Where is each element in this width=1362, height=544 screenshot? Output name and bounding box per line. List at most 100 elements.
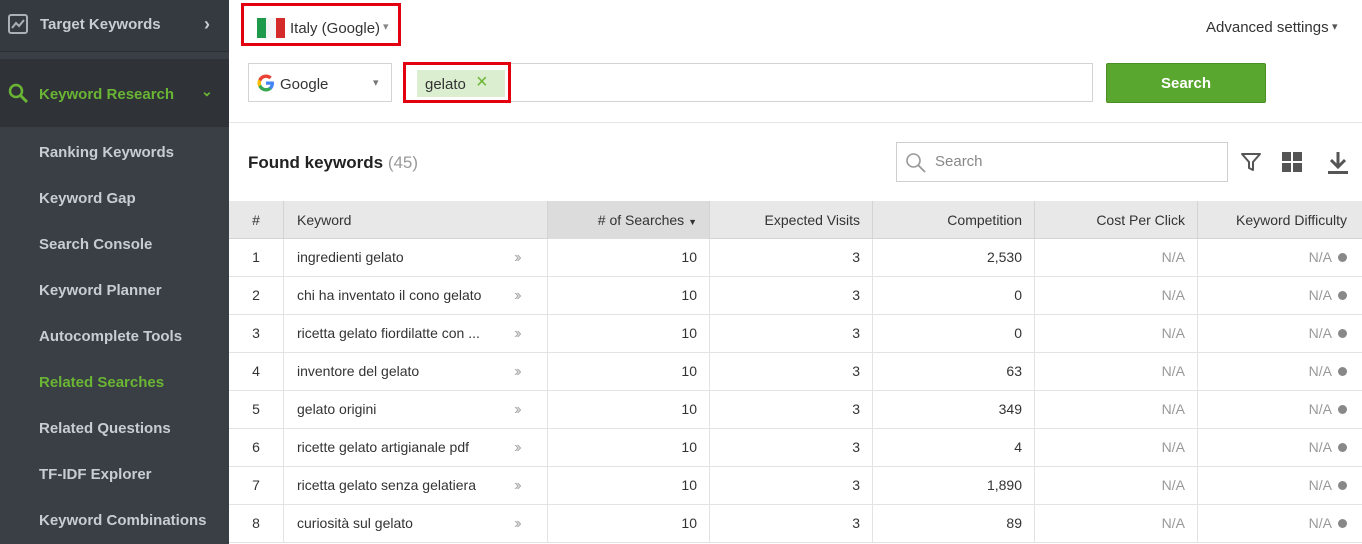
searches-cell: 10 xyxy=(548,467,710,504)
table-search-field[interactable] xyxy=(896,142,1228,182)
difficulty-cell[interactable]: N/A xyxy=(1198,467,1362,504)
cpc-cell: N/A xyxy=(1035,239,1198,276)
table-row[interactable]: 7 ricetta gelato senza gelatiera ›› 10 3 1,89… xyxy=(229,467,1362,505)
table-row[interactable]: 6 ricette gelato artigianale pdf ›› 10 3 4 N/A… xyxy=(229,429,1362,467)
double-chevron-right-icon[interactable]: ›› xyxy=(514,429,521,466)
sidebar-item-autocomplete-tools[interactable]: Autocomplete Tools xyxy=(39,328,182,345)
double-chevron-right-icon[interactable]: ›› xyxy=(514,391,521,428)
column-header-cost-per-click[interactable]: Cost Per Click xyxy=(1035,201,1198,239)
difficulty-cell[interactable]: N/A xyxy=(1198,505,1362,542)
status-dot-icon xyxy=(1338,443,1347,452)
double-chevron-right-icon[interactable]: ›› xyxy=(514,467,521,504)
sidebar-item-keyword-gap[interactable]: Keyword Gap xyxy=(39,190,136,207)
chevron-down-icon: ▾ xyxy=(383,21,389,33)
difficulty-cell[interactable]: N/A xyxy=(1198,277,1362,314)
search-icon xyxy=(905,152,927,179)
difficulty-value: N/A xyxy=(1308,287,1332,303)
sidebar-item-related-questions[interactable]: Related Questions xyxy=(39,420,171,437)
expected-visits-cell: 3 xyxy=(710,239,873,276)
difficulty-cell[interactable]: N/A xyxy=(1198,315,1362,352)
competition-cell: 4 xyxy=(873,429,1035,466)
column-header-keyword[interactable]: Keyword xyxy=(284,201,548,239)
keyword-text: inventore del gelato xyxy=(297,363,420,379)
double-chevron-right-icon[interactable]: ›› xyxy=(514,315,521,352)
table-row[interactable]: 5 gelato origini ›› 10 3 349 N/A N/A xyxy=(229,391,1362,429)
results-title-text: Found keywords xyxy=(248,153,384,172)
double-chevron-right-icon[interactable]: ›› xyxy=(514,239,521,276)
sidebar-item-search-console[interactable]: Search Console xyxy=(39,236,152,253)
cpc-cell: N/A xyxy=(1035,467,1198,504)
sidebar-section-keyword-research[interactable]: Keyword Research ⌄ xyxy=(0,59,229,127)
column-header-number[interactable]: # xyxy=(229,201,284,239)
competition-cell: 89 xyxy=(873,505,1035,542)
cpc-cell: N/A xyxy=(1035,391,1198,428)
keyword-cell: ingredienti gelato ›› xyxy=(284,239,548,276)
filter-icon[interactable] xyxy=(1240,151,1262,178)
column-header-keyword-difficulty[interactable]: Keyword Difficulty xyxy=(1198,201,1362,239)
searches-cell: 10 xyxy=(548,353,710,390)
sidebar-item-keyword-combinations[interactable]: Keyword Combinations xyxy=(39,512,207,529)
table-row[interactable]: 1 ingredienti gelato ›› 10 3 2,530 N/A N/A xyxy=(229,239,1362,277)
status-dot-icon xyxy=(1338,481,1347,490)
column-header-searches[interactable]: # of Searches ▼ xyxy=(548,201,710,239)
expected-visits-cell: 3 xyxy=(710,391,873,428)
searches-cell: 10 xyxy=(548,315,710,352)
column-header-label: # of Searches xyxy=(597,212,685,228)
cpc-cell: N/A xyxy=(1035,353,1198,390)
competition-cell: 2,530 xyxy=(873,239,1035,276)
table-row[interactable]: 8 curiosità sul gelato ›› 10 3 89 N/A N/A xyxy=(229,505,1362,543)
advanced-settings-link[interactable]: Advanced settings xyxy=(1206,19,1329,36)
table-row[interactable]: 3 ricetta gelato fiordilatte con ... ›› 10 3… xyxy=(229,315,1362,353)
difficulty-cell[interactable]: N/A xyxy=(1198,391,1362,428)
sidebar-item-target-keywords[interactable]: Target Keywords › xyxy=(0,0,229,52)
country-label: Italy (Google) xyxy=(290,20,381,37)
chevron-down-icon[interactable]: ▾ xyxy=(1332,20,1338,33)
keyword-cell: inventore del gelato ›› xyxy=(284,353,548,390)
table-row[interactable]: 2 chi ha inventato il cono gelato ›› 10 3 0 N/… xyxy=(229,277,1362,315)
divider xyxy=(229,122,1362,123)
row-number: 1 xyxy=(229,239,284,276)
sidebar-section-label: Keyword Research xyxy=(39,86,175,103)
column-header-expected-visits[interactable]: Expected Visits xyxy=(710,201,873,239)
keyword-cell: gelato origini ›› xyxy=(284,391,548,428)
download-icon[interactable] xyxy=(1327,151,1349,180)
sidebar-item-tf-idf-explorer[interactable]: TF-IDF Explorer xyxy=(39,466,152,483)
search-button[interactable]: Search xyxy=(1106,63,1266,103)
status-dot-icon xyxy=(1338,367,1347,376)
sidebar-item-related-searches[interactable]: Related Searches xyxy=(39,374,164,391)
keyword-text: chi ha inventato il cono gelato xyxy=(297,287,482,303)
chevron-right-icon: › xyxy=(204,14,210,34)
grid-view-icon[interactable] xyxy=(1281,151,1303,178)
keyword-text: ricette gelato artigianale pdf xyxy=(297,439,469,455)
row-number: 5 xyxy=(229,391,284,428)
results-title: Found keywords (45) xyxy=(248,153,418,173)
keyword-tag[interactable]: gelato × xyxy=(417,70,505,97)
sidebar-item-keyword-planner[interactable]: Keyword Planner xyxy=(39,282,162,299)
chevron-down-icon: ▾ xyxy=(373,77,379,89)
country-selector[interactable]: Italy (Google) ▾ xyxy=(241,3,401,46)
search-engine-select[interactable]: Google ▾ xyxy=(248,63,392,102)
sort-desc-icon: ▼ xyxy=(688,217,697,227)
difficulty-cell[interactable]: N/A xyxy=(1198,429,1362,466)
competition-cell: 349 xyxy=(873,391,1035,428)
close-icon[interactable]: × xyxy=(476,71,488,94)
italy-flag-icon xyxy=(257,18,285,38)
sidebar-item-ranking-keywords[interactable]: Ranking Keywords xyxy=(39,144,174,161)
search-icon xyxy=(8,83,30,110)
double-chevron-right-icon[interactable]: ›› xyxy=(514,353,521,390)
difficulty-cell[interactable]: N/A xyxy=(1198,239,1362,276)
difficulty-value: N/A xyxy=(1308,325,1332,341)
table-search-input[interactable] xyxy=(935,153,1215,170)
keyword-cell: curiosità sul gelato ›› xyxy=(284,505,548,542)
row-number: 4 xyxy=(229,353,284,390)
difficulty-cell[interactable]: N/A xyxy=(1198,353,1362,390)
expected-visits-cell: 3 xyxy=(710,467,873,504)
double-chevron-right-icon[interactable]: ›› xyxy=(514,277,521,314)
row-number: 6 xyxy=(229,429,284,466)
keyword-tag-highlight: gelato × xyxy=(403,62,511,103)
table-row[interactable]: 4 inventore del gelato ›› 10 3 63 N/A N/A xyxy=(229,353,1362,391)
double-chevron-right-icon[interactable]: ›› xyxy=(514,505,521,542)
status-dot-icon xyxy=(1338,519,1347,528)
column-header-competition[interactable]: Competition xyxy=(873,201,1035,239)
searches-cell: 10 xyxy=(548,277,710,314)
